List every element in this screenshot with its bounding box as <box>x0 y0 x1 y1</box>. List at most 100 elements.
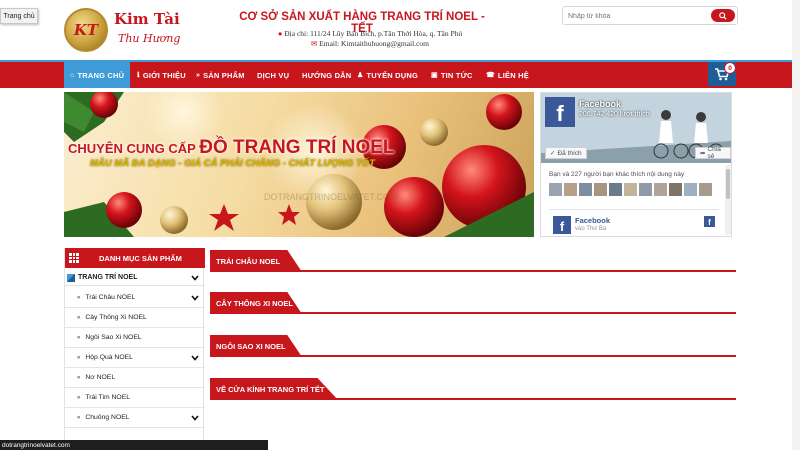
nav-label: TRANG CHỦ <box>77 70 125 80</box>
search-button[interactable] <box>711 9 735 22</box>
facebook-friends-text: Bạn và 227 người bạn khác thích nội dung… <box>549 171 685 178</box>
facebook-share-button[interactable]: ➦ Chia sẻ <box>695 146 731 160</box>
email-text: Email: Kimtaithuhuong@gmail.com <box>319 39 429 48</box>
product-category-sidebar: DANH MỤC SẢN PHẨM TRANG TRÍ NOEL » Trái … <box>64 248 205 450</box>
share-label: Chia sẻ <box>707 146 721 160</box>
arrow-right-icon: » <box>77 294 81 301</box>
section-title-tab[interactable]: TRÁI CHÂU NOEL <box>210 250 302 272</box>
avatar[interactable] <box>624 183 637 196</box>
newspaper-icon: ▣ <box>431 72 438 79</box>
search-input[interactable] <box>568 9 708 23</box>
facebook-avatar-icon[interactable]: f <box>553 216 571 234</box>
grid-icon <box>69 253 79 263</box>
sidebar-item-label: Cây Thông Xi NOEL <box>85 314 147 321</box>
address-text: Địa chỉ: 111/24 Lũy Bán Bích, p.Tân Thới… <box>284 29 463 38</box>
facebook-friend-avatars <box>549 183 719 197</box>
gift-icon: » <box>196 71 201 79</box>
nav-item-home[interactable]: ⌂ TRANG CHỦ <box>64 62 131 88</box>
section-divider <box>210 312 736 314</box>
like-label: Đã thích <box>557 149 582 157</box>
nav-label: HƯỚNG DẪN <box>302 70 352 80</box>
envelope-icon: ✉ <box>311 39 318 48</box>
logo-monogram: KT <box>73 21 99 39</box>
nav-item-contact[interactable]: ☎ LIÊN HỆ <box>486 62 529 88</box>
sidebar-category-noel[interactable]: TRANG TRÍ NOEL <box>65 270 205 286</box>
facebook-page-name: Facebook <box>579 99 622 109</box>
avatar[interactable] <box>564 183 577 196</box>
avatar[interactable] <box>699 183 712 196</box>
nav-label: TUYỂN DỤNG <box>366 70 419 80</box>
logo-emblem[interactable]: KT <box>64 8 108 52</box>
avatar[interactable] <box>669 183 682 196</box>
avatar[interactable] <box>639 183 652 196</box>
avatar[interactable] <box>549 183 562 196</box>
sidebar-header-label: DANH MỤC SẢN PHẨM <box>99 253 182 263</box>
users-icon: ♟ <box>357 72 364 79</box>
section-divider <box>210 355 736 357</box>
arrow-right-icon: » <box>77 334 81 341</box>
section-title-tab[interactable]: CÂY THÔNG XI NOEL <box>210 292 302 314</box>
avatar[interactable] <box>684 183 697 196</box>
sidebar-item[interactable]: » Hộp Quà NOEL <box>65 348 205 368</box>
section-header: CÂY THÔNG XI NOEL <box>210 292 736 314</box>
avatar[interactable] <box>609 183 622 196</box>
sidebar-item-label: Trái Tim NOEL <box>85 394 131 401</box>
sidebar-item-label: Chuông NOEL <box>85 414 130 421</box>
sidebar-item-label: Nơ NOEL <box>85 374 116 381</box>
chevron-down-icon[interactable] <box>190 274 200 282</box>
section-header: VẼ CỬA KÍNH TRANG TRÍ TẾT <box>210 378 736 400</box>
chevron-down-icon[interactable] <box>190 354 200 362</box>
banner-watermark: DOTRANGTRINOELVATET.COM <box>264 192 398 202</box>
share-icon: ➦ <box>700 150 706 157</box>
sidebar-item-label: Ngôi Sao Xi NOEL <box>85 334 142 341</box>
sidebar-item[interactable]: » Cây Thông Xi NOEL <box>65 308 205 328</box>
avatar[interactable] <box>579 183 592 196</box>
sidebar-item[interactable]: » Chuông NOEL <box>65 408 205 428</box>
facebook-post-name[interactable]: Facebook <box>575 216 610 225</box>
facebook-like-button[interactable]: ✓ Đã thích <box>545 147 587 159</box>
avatar[interactable] <box>594 183 607 196</box>
arrow-right-icon: » <box>77 314 81 321</box>
brand-subtitle: Thu Hương <box>118 32 181 45</box>
facebook-likes: 206.742.420 lượt thích <box>579 111 650 118</box>
facebook-widget: f Facebook 206.742.420 lượt thích ✓ Đã t… <box>540 92 732 237</box>
nav-label: GIỚI THIỆU <box>142 70 186 80</box>
arrow-right-icon: » <box>77 394 81 401</box>
page-scrollbar[interactable] <box>792 0 800 450</box>
search-icon <box>719 11 727 20</box>
arrow-right-icon: » <box>77 354 81 361</box>
info-icon: ℹ <box>137 72 140 79</box>
section-title-tab[interactable]: VẼ CỬA KÍNH TRANG TRÍ TẾT <box>210 378 338 400</box>
phone-icon: ☎ <box>486 72 495 79</box>
section-title-tab[interactable]: NGÔI SAO XI NOEL <box>210 335 302 357</box>
avatar[interactable] <box>654 183 667 196</box>
facebook-cover-photo[interactable]: f Facebook 206.742.420 lượt thích ✓ Đã t… <box>541 93 731 163</box>
map-pin-icon: ● <box>277 29 283 38</box>
nav-item-products[interactable]: » SẢN PHẨM <box>196 62 245 88</box>
facebook-logo-icon: f <box>545 97 575 127</box>
nav-item-news[interactable]: ▣ TIN TỨC <box>431 62 473 88</box>
chevron-down-icon[interactable] <box>190 294 200 302</box>
address-line: ● Địa chỉ: 111/24 Lũy Bán Bích, p.Tân Th… <box>240 29 500 38</box>
brand-name: Kim Tài <box>114 10 180 28</box>
sidebar-item-label: Hộp Quà NOEL <box>85 354 133 361</box>
sidebar-item-label: Trái Châu NOEL <box>85 294 136 301</box>
nav-item-recruitment[interactable]: ♟ TUYỂN DỤNG <box>357 62 418 88</box>
nav-label: LIÊN HỆ <box>497 70 529 80</box>
nav-item-services[interactable]: DỊCH VỤ <box>257 62 289 88</box>
sidebar-item[interactable]: » Nơ NOEL <box>65 368 205 388</box>
nav-item-about[interactable]: ℹ GIỚI THIỆU <box>137 62 186 88</box>
hero-banner[interactable]: CHUYÊN CUNG CẤP ĐỒ TRANG TRÍ NOEL MẪU MÃ… <box>64 92 534 237</box>
nav-label: SẢN PHẨM <box>203 70 245 80</box>
chevron-down-icon[interactable] <box>190 414 200 422</box>
facebook-scrollbar[interactable] <box>725 165 731 235</box>
section-header: NGÔI SAO XI NOEL <box>210 335 736 357</box>
sidebar-item[interactable]: » Trái Tim NOEL <box>65 388 205 408</box>
nav-item-guide[interactable]: HƯỚNG DẪN <box>302 62 351 88</box>
sidebar-item[interactable]: » Ngôi Sao Xi NOEL <box>65 328 205 348</box>
category-flag-icon <box>67 273 75 282</box>
thumbs-up-icon: ✓ <box>550 150 556 157</box>
sidebar-item[interactable]: » Trái Châu NOEL <box>65 288 205 308</box>
main-nav: ⌂ TRANG CHỦ ℹ GIỚI THIỆU » SẢN PHẨM DỊCH… <box>0 60 800 88</box>
cart-count-badge: 0 <box>724 62 736 74</box>
